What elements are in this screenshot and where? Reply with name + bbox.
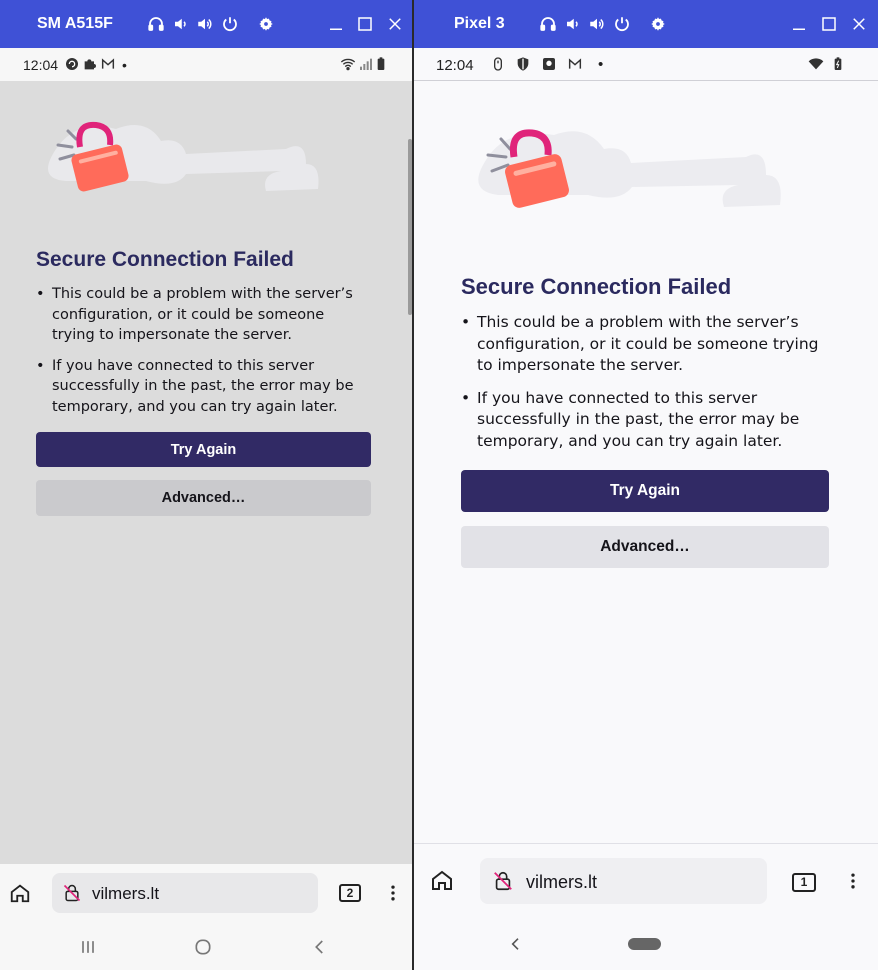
maximize-icon[interactable] (354, 13, 376, 35)
volume-down-icon[interactable] (562, 13, 584, 35)
tabs-button[interactable]: 2 (339, 883, 361, 903)
error-page: Secure Connection Failed This could be a… (414, 81, 878, 843)
error-bullet-2: If you have connected to this server suc… (461, 388, 832, 453)
battery-icon (373, 56, 389, 72)
status-bar: 12:04 • (414, 48, 878, 81)
tabs-button[interactable]: 1 (792, 872, 816, 892)
mouse-icon (490, 56, 506, 72)
shield-icon (515, 56, 531, 72)
signal-icon (358, 56, 374, 72)
home-icon[interactable] (430, 868, 454, 892)
tab-count: 2 (339, 884, 361, 902)
settings-icon[interactable] (647, 13, 669, 35)
close-icon[interactable] (384, 13, 406, 35)
settings-icon[interactable] (255, 13, 277, 35)
minimize-icon[interactable] (325, 13, 347, 35)
more-notifications-dot: • (122, 57, 127, 73)
overflow-menu-icon[interactable] (382, 880, 404, 906)
tab-count: 1 (792, 872, 816, 892)
window-titlebar: Pixel 3 (414, 0, 878, 48)
back-icon[interactable] (504, 932, 528, 956)
device-name: SM A515F (37, 15, 113, 32)
battery-icon (830, 56, 846, 72)
browser-toolbar: vilmers.lt 2 (0, 864, 412, 924)
error-bullet-2: If you have connected to this server suc… (36, 356, 370, 418)
url-text: vilmers.lt (92, 884, 160, 903)
browser-toolbar: vilmers.lt 1 (414, 843, 878, 918)
status-bar: 12:04 • (0, 48, 412, 81)
error-description-list: This could be a problem with the server’… (36, 284, 370, 418)
screenshot-icon (541, 56, 557, 72)
window-titlebar: SM A515F (0, 0, 412, 48)
url-bar[interactable]: vilmers.lt (480, 858, 767, 904)
power-icon[interactable] (611, 13, 633, 35)
minimize-icon[interactable] (788, 13, 810, 35)
insecure-lock-icon[interactable] (62, 883, 82, 903)
headphones-icon[interactable] (145, 13, 167, 35)
device-window-pixel-3: Pixel 3 12:04 • Secure Connection Failed… (414, 0, 878, 970)
sync-icon (64, 56, 80, 72)
broken-lock-illustration (478, 129, 781, 208)
url-text: vilmers.lt (526, 872, 597, 892)
volume-up-icon[interactable] (586, 13, 608, 35)
recents-icon[interactable] (76, 935, 100, 959)
overflow-menu-icon[interactable] (842, 868, 864, 894)
gmail-icon (567, 56, 583, 72)
error-title: Secure Connection Failed (36, 248, 294, 271)
status-time: 12:04 (436, 57, 474, 74)
system-nav-bar (414, 918, 878, 970)
gmail-icon (100, 56, 116, 72)
broken-lock-illustration (48, 121, 319, 192)
volume-up-icon[interactable] (194, 13, 216, 35)
more-notifications-dot: • (598, 56, 604, 73)
extension-icon (82, 56, 98, 72)
error-page: Secure Connection Failed This could be a… (0, 81, 412, 864)
device-window-sm-a515f: SM A515F 12:04 • Secure Connection Faile… (0, 0, 412, 970)
advanced-button[interactable]: Advanced… (36, 480, 371, 516)
error-bullet-1: This could be a problem with the server’… (36, 284, 370, 346)
power-icon[interactable] (219, 13, 241, 35)
error-description-list: This could be a problem with the server’… (461, 312, 832, 453)
url-bar[interactable]: vilmers.lt (52, 873, 318, 913)
wifi-icon (340, 56, 356, 72)
advanced-button[interactable]: Advanced… (461, 526, 829, 568)
try-again-button[interactable]: Try Again (461, 470, 829, 512)
home-icon[interactable] (8, 881, 32, 905)
status-time: 12:04 (23, 57, 59, 73)
insecure-lock-icon[interactable] (492, 870, 514, 892)
try-again-button[interactable]: Try Again (36, 432, 371, 467)
error-title: Secure Connection Failed (461, 274, 732, 299)
error-bullet-1: This could be a problem with the server’… (461, 312, 832, 377)
home-pill-icon[interactable] (628, 938, 661, 950)
back-icon[interactable] (308, 935, 332, 959)
system-nav-bar (0, 924, 412, 970)
wifi-icon (808, 56, 824, 72)
volume-down-icon[interactable] (170, 13, 192, 35)
headphones-icon[interactable] (537, 13, 559, 35)
device-name: Pixel 3 (454, 15, 505, 32)
close-icon[interactable] (848, 13, 870, 35)
home-circle-icon[interactable] (191, 935, 215, 959)
maximize-icon[interactable] (818, 13, 840, 35)
